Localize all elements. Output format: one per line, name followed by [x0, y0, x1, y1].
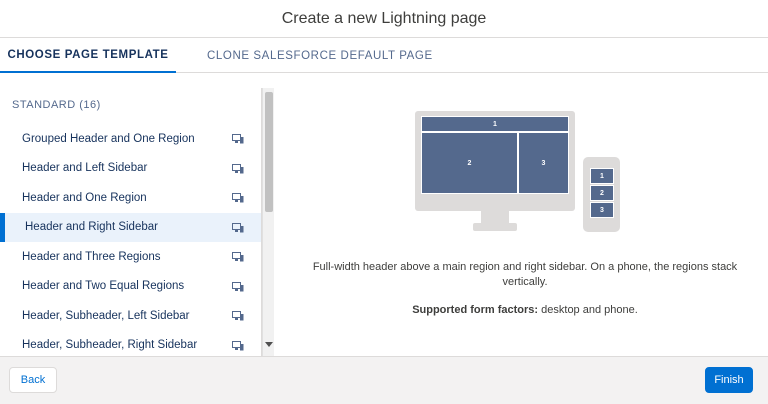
template-header-three-regions[interactable]: Header and Three Regions: [0, 242, 261, 272]
template-list: Grouped Header and One Region Header and…: [0, 124, 261, 357]
template-list-panel[interactable]: STANDARD (16) Grouped Header and One Reg…: [0, 88, 262, 356]
phone-region-2: 2: [590, 185, 614, 201]
template-header-subheader-left-sidebar[interactable]: Header, Subheader, Left Sidebar: [0, 301, 261, 331]
desktop-region-3: 3: [518, 132, 569, 194]
template-header-left-sidebar[interactable]: Header and Left Sidebar: [0, 154, 261, 184]
desktop-phone-icon: [232, 252, 244, 262]
section-label: STANDARD (16): [12, 99, 101, 111]
template-label: Header and Right Sidebar: [25, 221, 158, 234]
template-label: Header, Subheader, Left Sidebar: [22, 309, 190, 322]
tab-clone-salesforce-default-page[interactable]: CLONE SALESFORCE DEFAULT PAGE: [207, 38, 433, 73]
template-header-two-equal-regions[interactable]: Header and Two Equal Regions: [0, 272, 261, 302]
template-header-one-region[interactable]: Header and One Region: [0, 183, 261, 213]
modal-footer: Back Finish: [0, 356, 768, 404]
desktop-phone-icon: [232, 193, 244, 203]
monitor-stand-base: [473, 223, 517, 231]
desktop-region-1: 1: [421, 116, 569, 132]
scrollbar-thumb[interactable]: [265, 92, 273, 212]
desktop-phone-icon: [232, 134, 244, 144]
desktop-phone-icon: [232, 340, 244, 350]
template-label: Header and Left Sidebar: [22, 162, 148, 175]
monitor-stand-neck: [481, 211, 509, 223]
back-button[interactable]: Back: [9, 367, 57, 393]
desktop-phone-icon: [232, 311, 244, 321]
phone-preview: 1 2 3: [583, 157, 620, 232]
template-label: Header and Three Regions: [22, 250, 161, 263]
template-header-subheader-right-sidebar[interactable]: Header, Subheader, Right Sidebar: [0, 331, 261, 357]
tab-bar: CHOOSE PAGE TEMPLATE CLONE SALESFORCE DE…: [0, 38, 768, 73]
template-preview: 1 2 3 1 2 3 Full-width header above a ma…: [275, 88, 768, 356]
desktop-phone-icon: [232, 281, 244, 291]
phone-region-3: 3: [590, 202, 614, 218]
desktop-preview: 1 2 3: [415, 111, 575, 211]
modal-header: Create a new Lightning page: [0, 0, 768, 38]
form-factors-value: desktop and phone.: [538, 304, 638, 316]
template-header-right-sidebar[interactable]: Header and Right Sidebar: [0, 212, 261, 242]
template-description: Full-width header above a main region an…: [312, 261, 738, 288]
selection-indicator: [0, 212, 5, 242]
template-list-scrollbar[interactable]: [262, 88, 274, 356]
phone-region-1: 1: [590, 168, 614, 184]
template-label: Header and Two Equal Regions: [22, 280, 185, 293]
desktop-region-2: 2: [421, 132, 518, 194]
template-grouped-header-one-region[interactable]: Grouped Header and One Region: [0, 124, 261, 154]
template-label: Header, Subheader, Right Sidebar: [22, 339, 198, 352]
scroll-down-arrow-icon[interactable]: [265, 342, 273, 347]
form-factors: Supported form factors: desktop and phon…: [305, 304, 745, 316]
tab-choose-page-template[interactable]: CHOOSE PAGE TEMPLATE: [0, 38, 176, 73]
desktop-phone-icon: [232, 222, 244, 232]
modal-title: Create a new Lightning page: [281, 9, 487, 27]
form-factors-label: Supported form factors:: [412, 304, 539, 316]
finish-button[interactable]: Finish: [705, 367, 753, 393]
desktop-phone-icon: [232, 163, 244, 173]
template-label: Header and One Region: [22, 191, 147, 204]
template-label: Grouped Header and One Region: [22, 132, 195, 145]
